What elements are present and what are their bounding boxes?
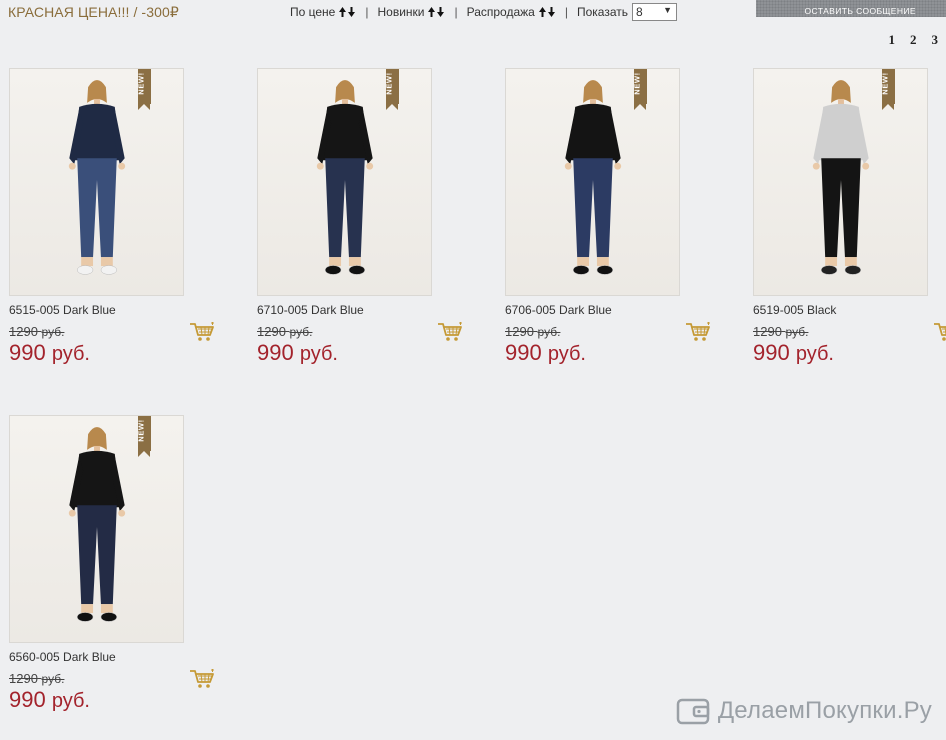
sale-price: 990 руб.	[505, 340, 586, 365]
product-card[interactable]: NEW! 6515-005 Dark Blue 1290 руб. 990 ру…	[9, 68, 229, 366]
show-count-select[interactable]: 8 ▼	[632, 3, 677, 21]
sort-sale-label: Распродажа	[466, 5, 535, 19]
add-to-cart-icon[interactable]	[189, 669, 215, 689]
new-badge: NEW!	[633, 69, 647, 110]
sale-price: 990 руб.	[9, 340, 90, 365]
add-to-cart-icon[interactable]	[685, 322, 711, 342]
product-photo[interactable]: NEW!	[753, 68, 928, 296]
sort-bar: По цене | Новинки | Распродажа | Показат…	[290, 3, 677, 21]
product-name[interactable]: 6710-005 Dark Blue	[257, 303, 477, 318]
model-photo-icon	[564, 80, 622, 275]
model-photo-icon	[68, 427, 126, 622]
add-to-cart-icon[interactable]	[189, 322, 215, 342]
page-link-2[interactable]: 2	[910, 32, 917, 48]
product-card[interactable]: NEW! 6710-005 Dark Blue 1290 руб. 990 ру…	[257, 68, 477, 366]
show-count-label: Показать	[576, 5, 628, 19]
new-badge: NEW!	[137, 416, 151, 457]
model-photo-icon	[68, 80, 126, 275]
chevron-down-icon: ▼	[663, 5, 672, 15]
product-photo[interactable]: NEW!	[257, 68, 432, 296]
product-card[interactable]: NEW! 6706-005 Dark Blue 1290 руб. 990 ру…	[505, 68, 725, 366]
sort-sale-link[interactable]: Распродажа	[467, 5, 556, 19]
product-name[interactable]: 6515-005 Dark Blue	[9, 303, 229, 318]
sale-price: 990 руб.	[9, 687, 90, 712]
product-name[interactable]: 6706-005 Dark Blue	[505, 303, 725, 318]
sort-arrows-icon	[427, 7, 445, 17]
product-photo[interactable]: NEW!	[505, 68, 680, 296]
sort-separator: |	[365, 5, 369, 19]
product-photo[interactable]: NEW!	[9, 415, 184, 643]
sort-arrows-icon	[538, 7, 556, 17]
add-to-cart-icon[interactable]	[933, 322, 946, 342]
new-badge: NEW!	[385, 69, 399, 110]
old-price: 1290 руб.	[505, 324, 561, 339]
sort-by-price-link[interactable]: По цене	[290, 5, 356, 19]
old-price: 1290 руб.	[257, 324, 313, 339]
sort-separator: |	[454, 5, 458, 19]
product-card[interactable]: NEW! 6560-005 Dark Blue 1290 руб. 990 ру…	[9, 415, 229, 713]
show-count-value: 8	[636, 5, 643, 19]
page-link-1[interactable]: 1	[889, 32, 896, 48]
new-badge: NEW!	[881, 69, 895, 110]
sort-separator: |	[564, 5, 568, 19]
sort-arrows-icon	[338, 7, 356, 17]
old-price: 1290 руб.	[753, 324, 809, 339]
sort-by-price-label: По цене	[290, 5, 336, 19]
watermark: ДелаемПокупки.Ру	[676, 696, 932, 726]
product-name[interactable]: 6560-005 Dark Blue	[9, 650, 229, 665]
sale-price: 990 руб.	[753, 340, 834, 365]
product-photo[interactable]: NEW!	[9, 68, 184, 296]
sort-new-items-link[interactable]: Новинки	[377, 5, 445, 19]
new-badge: NEW!	[137, 69, 151, 110]
watermark-text: ДелаемПокупки.Ру	[717, 697, 932, 724]
product-card[interactable]: NEW! 6519-005 Black 1290 руб. 990 руб.	[753, 68, 946, 366]
sort-new-items-label: Новинки	[377, 5, 425, 19]
model-photo-icon	[316, 80, 374, 275]
sale-price: 990 руб.	[257, 340, 338, 365]
page-title: КРАСНАЯ ЦЕНА!!! / -300₽	[8, 4, 179, 20]
leave-message-label: ОСТАВИТЬ СООБЩЕНИЕ	[804, 6, 916, 16]
old-price: 1290 руб.	[9, 671, 65, 686]
wallet-icon	[676, 698, 710, 725]
leave-message-button[interactable]: ОСТАВИТЬ СООБЩЕНИЕ	[756, 0, 946, 17]
pagination: 1 2 3	[889, 32, 939, 48]
model-photo-icon	[812, 80, 870, 275]
page-link-3[interactable]: 3	[932, 32, 939, 48]
product-name[interactable]: 6519-005 Black	[753, 303, 946, 318]
add-to-cart-icon[interactable]	[437, 322, 463, 342]
old-price: 1290 руб.	[9, 324, 65, 339]
